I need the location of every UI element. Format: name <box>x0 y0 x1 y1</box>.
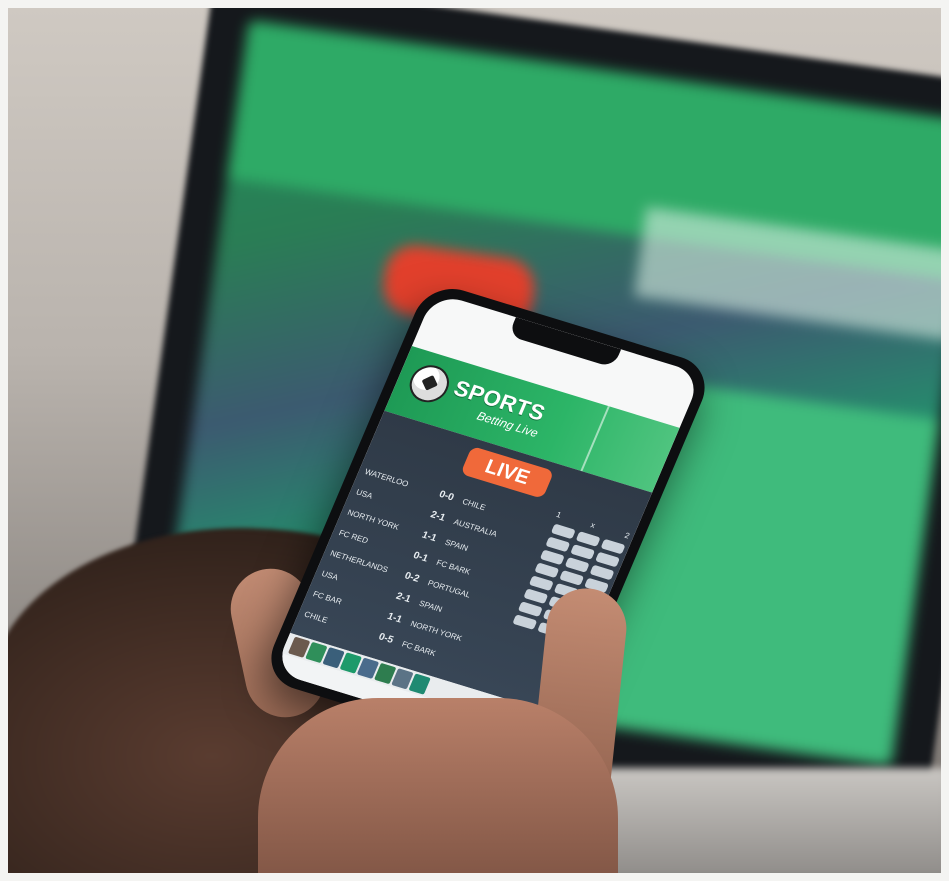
match-list: Waterloo 0-0 Chile USA 2-1 Australia North Y… <box>301 461 552 679</box>
hand-palm <box>258 698 618 873</box>
odds-header-2: 2 <box>623 530 632 541</box>
odds-button[interactable] <box>595 551 621 568</box>
photo: SPORTS Betting Live LIVE 1 x 2 Waterloo 0… <box>8 8 941 873</box>
odds-button[interactable] <box>534 562 560 579</box>
odds-button[interactable] <box>512 614 538 630</box>
odds-button[interactable] <box>523 588 549 605</box>
odds-button[interactable] <box>570 544 596 560</box>
laptop-keyboard <box>568 768 941 873</box>
soccer-ball-icon <box>403 360 455 407</box>
odds-header-1: 1 <box>554 509 563 520</box>
pitch-line <box>580 405 610 472</box>
odds-button[interactable] <box>589 564 615 581</box>
score: 0-5 <box>377 631 396 646</box>
odds-button[interactable] <box>600 538 626 555</box>
odds-button[interactable] <box>575 531 601 547</box>
odds-button[interactable] <box>517 601 543 617</box>
odds-button[interactable] <box>528 575 554 592</box>
odds-button[interactable] <box>564 557 590 573</box>
odds-button[interactable] <box>539 549 565 566</box>
odds-button[interactable] <box>550 523 576 540</box>
odds-button[interactable] <box>559 570 585 586</box>
odds-header-x: x <box>589 520 597 531</box>
odds-button[interactable] <box>545 536 571 553</box>
